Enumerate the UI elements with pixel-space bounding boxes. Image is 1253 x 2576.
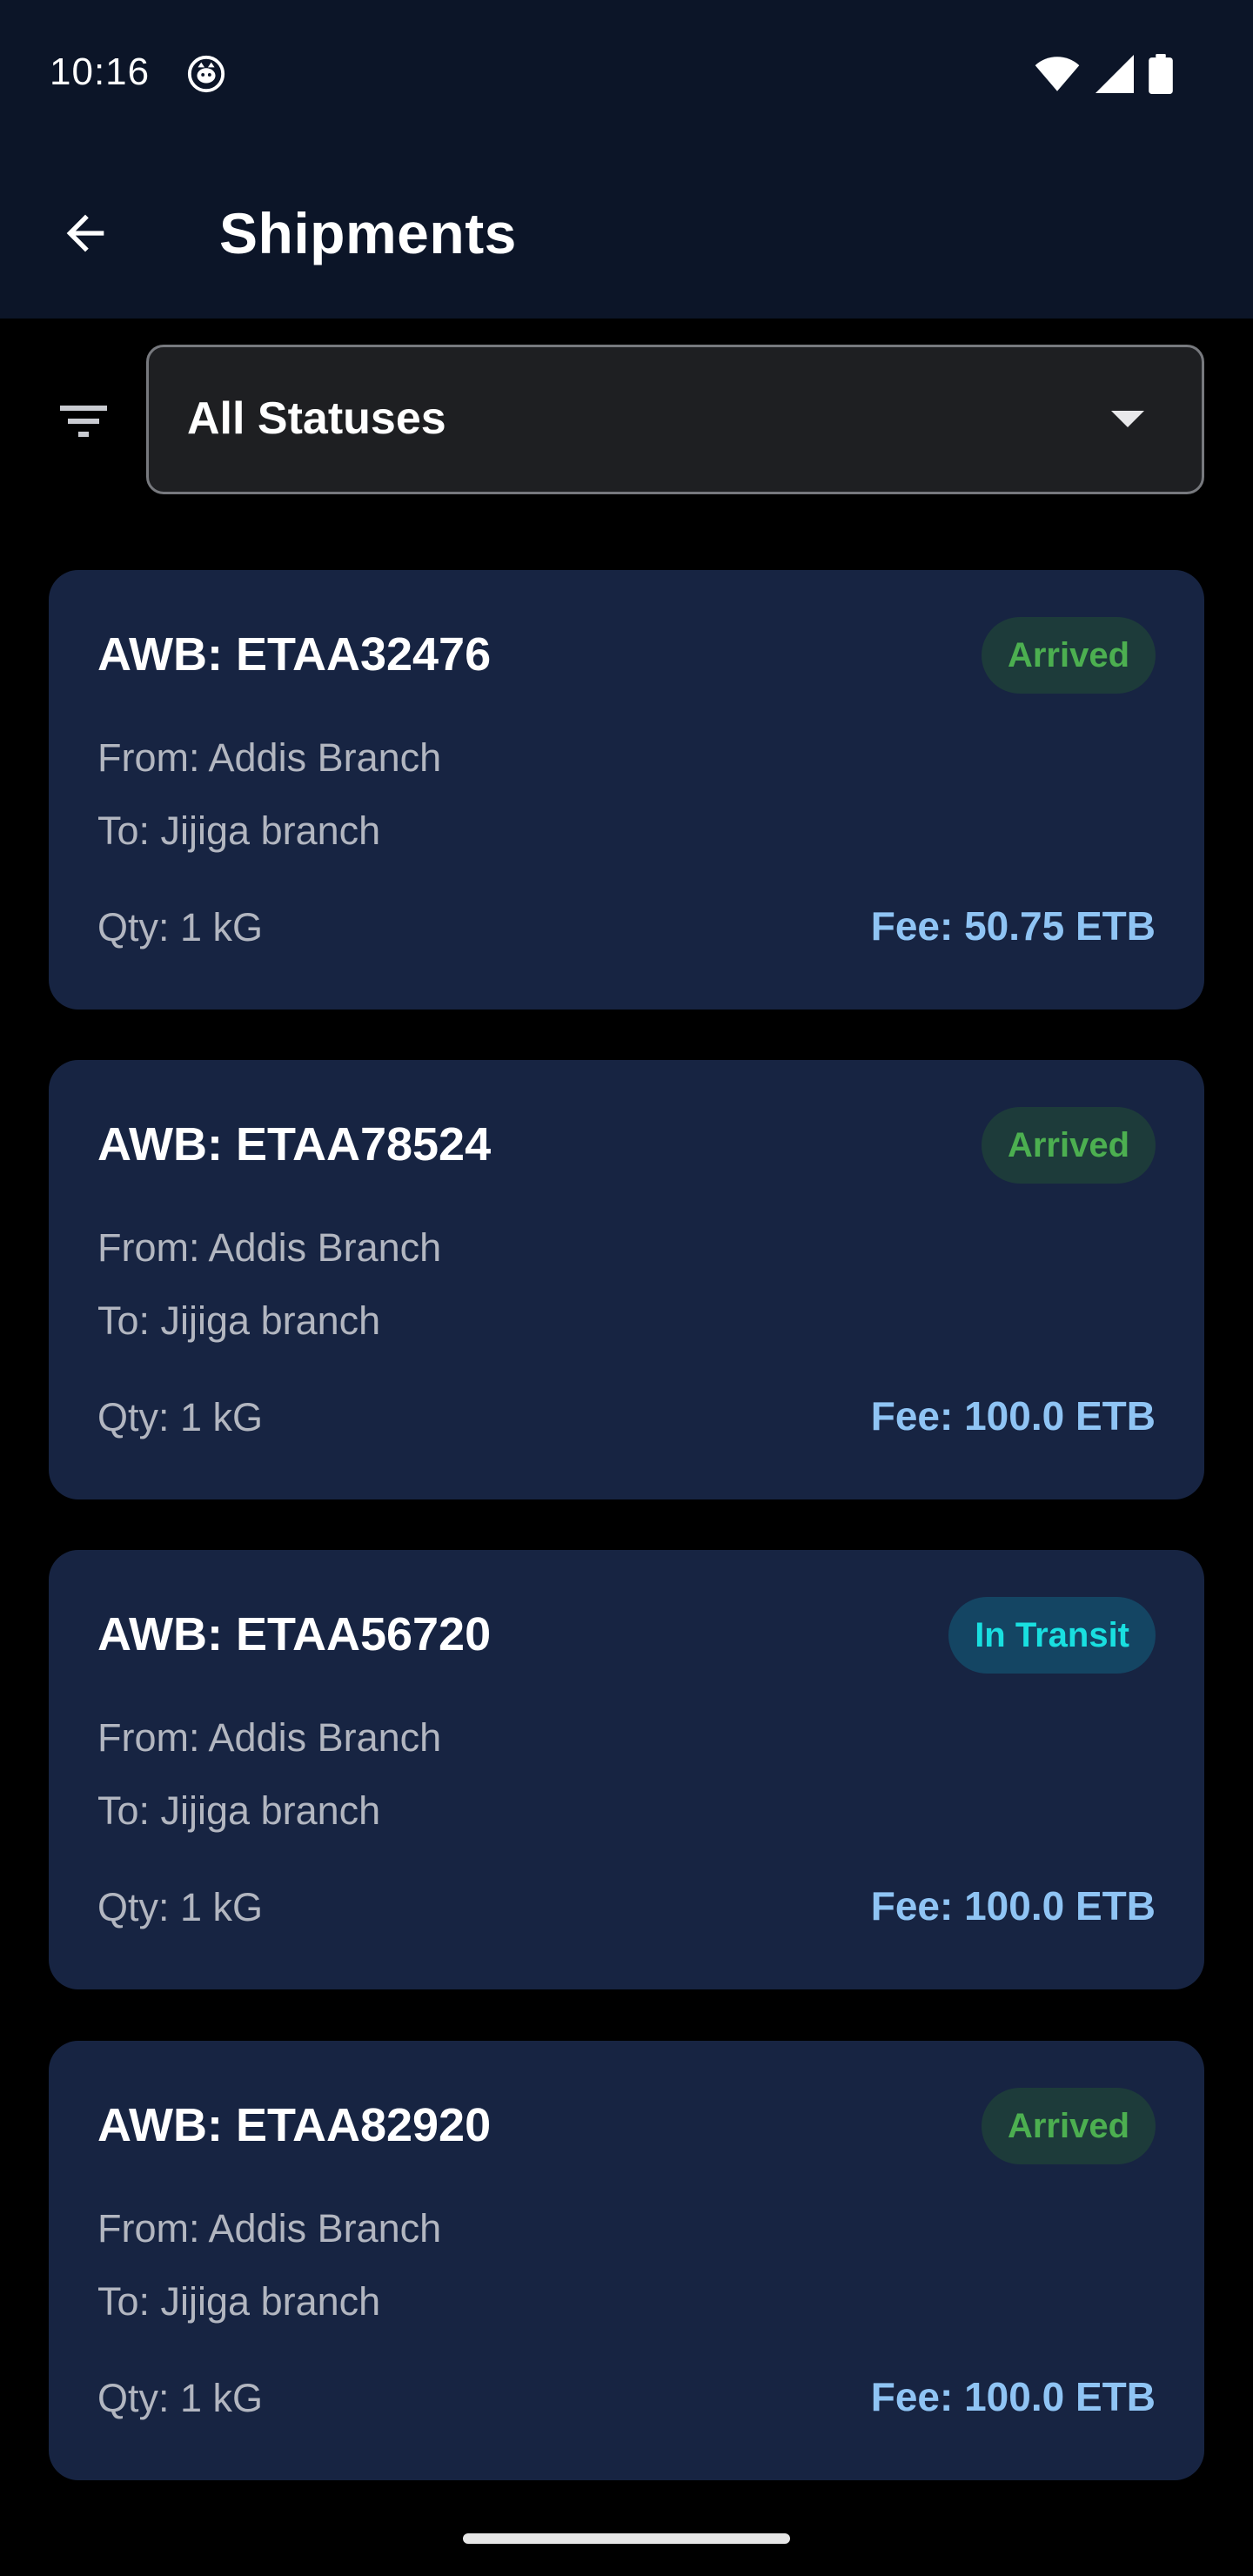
quantity: Qty: 1 kG xyxy=(97,905,264,949)
shipment-card[interactable]: AWB: ETAA82920 Arrived From: Addis Branc… xyxy=(49,2041,1204,2480)
awb-number: AWB: ETAA78524 xyxy=(97,1118,492,1171)
shipment-card[interactable]: AWB: ETAA32476 Arrived From: Addis Branc… xyxy=(49,570,1204,1010)
cat-notification-icon xyxy=(187,55,225,93)
awb-number: AWB: ETAA56720 xyxy=(97,1608,492,1660)
battery-icon xyxy=(1149,54,1173,94)
status-badge: Arrived xyxy=(981,2088,1156,2164)
shipment-card[interactable]: AWB: ETAA78524 Arrived From: Addis Branc… xyxy=(49,1060,1204,1499)
origin-branch: From: Addis Branch xyxy=(97,1225,442,1270)
page-title: Shipments xyxy=(219,201,517,265)
destination-branch: To: Jijiga branch xyxy=(97,1298,381,1343)
status-badge: Arrived xyxy=(981,1107,1156,1184)
signal-icon xyxy=(1096,55,1134,93)
back-button[interactable] xyxy=(44,191,127,275)
filter-list-icon[interactable] xyxy=(52,390,115,453)
quantity: Qty: 1 kG xyxy=(97,1395,264,1439)
app-bar: Shipments xyxy=(0,148,1253,319)
quantity: Qty: 1 kG xyxy=(97,1885,264,1929)
status-badge: Arrived xyxy=(981,617,1156,694)
fee: Fee: 100.0 ETB xyxy=(870,2374,1156,2419)
status-icons xyxy=(1034,54,1173,94)
origin-branch: From: Addis Branch xyxy=(97,2206,442,2251)
origin-branch: From: Addis Branch xyxy=(97,735,442,780)
fee: Fee: 100.0 ETB xyxy=(870,1883,1156,1929)
origin-branch: From: Addis Branch xyxy=(97,1715,442,1760)
arrow-back-icon xyxy=(66,214,104,252)
fee: Fee: 100.0 ETB xyxy=(870,1393,1156,1439)
fee: Fee: 50.75 ETB xyxy=(870,903,1156,949)
shipment-card[interactable]: AWB: ETAA56720 In Transit From: Addis Br… xyxy=(49,1550,1204,1989)
destination-branch: To: Jijiga branch xyxy=(97,808,381,853)
home-gesture-bar[interactable] xyxy=(463,2533,790,2544)
destination-branch: To: Jijiga branch xyxy=(97,1788,381,1833)
dropdown-arrow-icon xyxy=(1111,411,1144,427)
awb-number: AWB: ETAA82920 xyxy=(97,2099,492,2151)
dropdown-selected-value: All Statuses xyxy=(187,393,446,444)
destination-branch: To: Jijiga branch xyxy=(97,2279,381,2324)
awb-number: AWB: ETAA32476 xyxy=(97,628,492,681)
status-filter-dropdown[interactable]: All Statuses xyxy=(146,345,1204,494)
status-time: 10:16 xyxy=(50,50,151,93)
wifi-icon xyxy=(1035,57,1080,91)
status-badge: In Transit xyxy=(948,1597,1156,1674)
quantity: Qty: 1 kG xyxy=(97,2376,264,2420)
status-bar: 10:16 xyxy=(0,0,1253,148)
